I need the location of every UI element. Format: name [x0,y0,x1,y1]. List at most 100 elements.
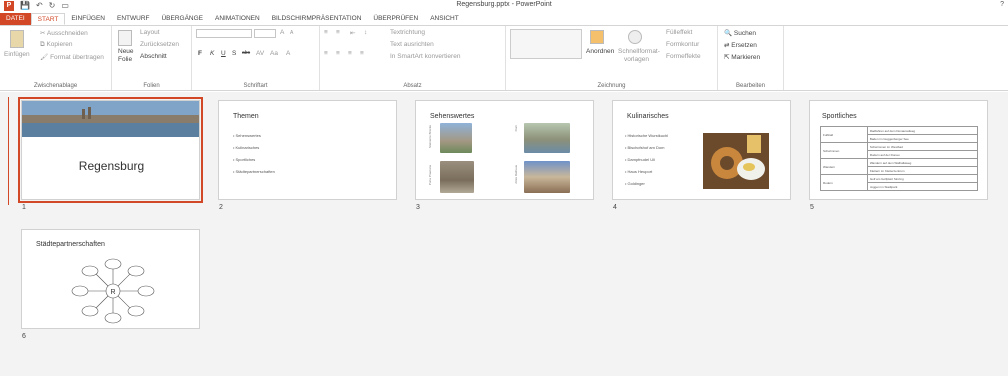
paragraph-group: ≡ ≡ ⇤ ↕ ≡ ≡ ≡ ≡ Textrichtung Text ausric… [320,26,506,90]
paragraph-label: Absatz [403,83,422,89]
tab-transitions[interactable]: ÜBERGÄNGE [155,13,209,25]
table-cell: Fußball [820,126,868,143]
slide-2-title: Themen [233,113,259,120]
slide-2-bullet-text: Sehenswertes [235,133,261,138]
arrange-icon[interactable] [590,30,604,44]
font-group: A A F K U S abc AV Aa A Schriftart [192,26,320,90]
italic-button[interactable]: K [210,50,214,57]
shape-outline-button[interactable]: Formkontur [666,41,699,48]
indent-icon[interactable]: ⇤ [350,29,355,37]
table-row: Fußball Radfahren auf dem Donauradweg [820,126,979,143]
change-case-button[interactable]: Aa [270,50,278,57]
slide-4-bullet-4: • Haus Heuport [625,169,653,174]
slide-thumbnail-6[interactable]: Städtepartnerschaften R [21,229,200,329]
strikethrough-button[interactable]: abc [242,50,250,56]
sport-table: Fußball Radfahren auf dem Donauradweg Bad… [820,126,979,191]
new-slide-button[interactable]: Neue [118,48,134,55]
text-direction-button[interactable]: Textrichtung [390,29,425,36]
tab-file[interactable]: DATEI [0,13,31,25]
section-button[interactable]: Abschnitt [140,53,167,60]
slide-thumbnail-4[interactable]: Kulinarisches • Historische Wurstkuchl •… [612,100,791,200]
find-button[interactable]: 🔍 Suchen [724,29,756,37]
char-spacing-button[interactable]: AV [256,50,264,57]
quick-styles-icon[interactable] [628,30,642,44]
table-cell: Radfahren auf dem Donauradweg [866,126,979,135]
slide-thumbnail-3[interactable]: Sehenswertes Steinerne Brücke Dom Porta … [415,100,594,200]
dom-photo [440,123,472,153]
underline-button[interactable]: U [221,50,226,57]
paste-button[interactable]: Einfügen [4,51,30,58]
format-painter-button[interactable]: 🖌 Format übertragen [40,53,104,61]
numbering-icon[interactable]: ≡ [336,29,340,36]
caption-3: Porta Praetoria [428,165,432,186]
slide-4-bullet-3: • Dampfnudel Uli [625,157,655,162]
slide-number-3: 3 [416,204,420,211]
table-cell: Schwimmen [820,142,868,159]
align-left-icon[interactable]: ≡ [324,50,328,57]
slide-2-bullet-3: • Sportliches [233,157,256,162]
align-text-button[interactable]: Text ausrichten [390,41,434,48]
reset-button[interactable]: Zurücksetzen [140,41,179,48]
shape-effects-button[interactable]: Formeffekte [666,53,701,60]
font-label: Schriftart [243,83,268,89]
tab-start[interactable]: START [30,13,66,25]
quick-styles-button[interactable]: Schnellformat- [618,48,660,55]
tab-view[interactable]: ANSICHT [424,13,465,25]
table-cell: Schwimmen im Westbad [866,142,979,151]
format-painter-label: Format übertragen [50,54,104,61]
slide-thumbnail-5[interactable]: Sportliches Fußball Radfahren auf dem Don… [809,100,988,200]
smartart-button[interactable]: In SmartArt konvertieren [390,53,460,60]
shape-fill-button[interactable]: Fülleffekt [666,29,692,36]
layout-button[interactable]: Layout [140,29,160,36]
tab-design[interactable]: ENTWURF [111,13,156,25]
paste-icon[interactable] [10,30,24,48]
arrange-button[interactable]: Anordnen [586,48,614,55]
bridge-photo [524,123,570,153]
tab-review[interactable]: ÜBERPRÜFEN [367,13,424,25]
font-color-button[interactable]: A [286,50,290,57]
grow-font-button[interactable]: A [280,29,284,36]
bullets-icon[interactable]: ≡ [324,29,328,36]
ribbon-tabs: DATEI START EINFÜGEN ENTWURF ÜBERGÄNGE A… [0,13,1008,25]
select-button[interactable]: ⇱ Markieren [724,53,760,61]
align-center-icon[interactable]: ≡ [336,50,340,57]
new-slide-icon[interactable] [118,30,132,46]
shrink-font-button[interactable]: A [290,30,293,36]
drawing-label: Zeichnung [597,83,626,89]
slide-2-bullet-text: Städtepartnerschaften [235,169,275,174]
slide-thumbnail-2[interactable]: Themen • Sehenswertes • Kulinarisches • … [218,100,397,200]
slide-4-bullet-text: Goldinger [627,181,645,186]
tab-slideshow[interactable]: BILDSCHIRMPRÄSENTATION [266,13,368,25]
caption-4: Altes Rathaus [514,165,518,184]
font-size-combo[interactable] [254,29,276,38]
table-cell: Joggen im Stadtpark [866,182,979,191]
slide-2-bullet-text: Sportliches [235,157,256,162]
regensburg-panorama-image [22,101,199,137]
font-name-combo[interactable] [196,29,252,38]
shapes-gallery[interactable] [510,29,582,59]
align-right-icon[interactable]: ≡ [348,50,352,57]
slide-2-bullet-2: • Kulinarisches [233,145,260,150]
tab-insert[interactable]: EINFÜGEN [65,13,111,25]
tab-animations[interactable]: ANIMATIONEN [209,13,266,25]
slide-4-bullet-text: Historische Wurstkuchl [627,133,669,138]
clipboard-group: Einfügen ✂ Ausschneiden ⧉ Kopieren 🖌 For… [0,26,112,90]
line-spacing-icon[interactable]: ↕ [364,29,367,36]
slide-5-title: Sportliches [822,113,857,120]
cut-button[interactable]: ✂ Ausschneiden [40,29,88,37]
drawing-group: Anordnen Schnellformat- vorlagen Fülleff… [506,26,718,90]
shadow-button[interactable]: S [232,50,236,57]
copy-button[interactable]: ⧉ Kopieren [40,41,72,49]
bold-button[interactable]: F [198,50,202,57]
slide-thumbnail-1[interactable]: Regensburg [18,97,203,203]
slide-2-bullet-1: • Sehenswertes [233,133,261,138]
justify-icon[interactable]: ≡ [360,50,364,57]
help-button[interactable]: ? [1000,1,1004,8]
diagram-center-label: R [110,289,115,296]
slide-number-6: 6 [22,333,26,340]
slide-2-bullet-4: • Städtepartnerschaften [233,169,275,174]
cut-icon: ✂ [40,30,47,37]
slide-6-title: Städtepartnerschaften [36,241,105,248]
editing-label: Bearbeiten [735,83,766,89]
replace-button[interactable]: ⇄ Ersetzen [724,41,757,49]
